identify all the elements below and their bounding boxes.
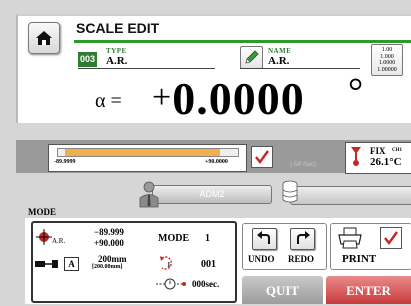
name-value[interactable]: A.R. bbox=[268, 55, 289, 67]
timer-icon bbox=[156, 278, 186, 290]
redo-label: REDO bbox=[288, 254, 315, 264]
length-badge[interactable]: A bbox=[64, 257, 79, 271]
value-sign: + bbox=[152, 79, 173, 116]
resolution-option: 1.00000 bbox=[377, 66, 397, 73]
length-sensor-icon bbox=[35, 260, 58, 268]
channel-label: CH1 bbox=[392, 148, 402, 153]
pencil-icon bbox=[245, 50, 259, 64]
home-icon bbox=[36, 31, 52, 45]
redo-icon bbox=[297, 231, 310, 244]
print-checkbox[interactable] bbox=[380, 227, 402, 249]
degree-unit: ° bbox=[348, 71, 364, 113]
axis-label: A.R. bbox=[52, 237, 66, 245]
count-value: 001 bbox=[201, 259, 216, 270]
printer-icon[interactable] bbox=[337, 226, 363, 250]
mode-section-label: MODE bbox=[28, 207, 56, 217]
undo-icon bbox=[257, 231, 270, 244]
quit-button[interactable]: QUIT bbox=[242, 276, 323, 304]
mode-field-value: 1 bbox=[205, 233, 210, 244]
thermometer-icon bbox=[351, 147, 361, 166]
redo-button[interactable] bbox=[290, 228, 315, 250]
name-label: NAME bbox=[268, 47, 292, 55]
enter-button[interactable]: ENTER bbox=[326, 276, 411, 304]
time-value: 000sec. bbox=[192, 279, 220, 289]
range-fill[interactable] bbox=[65, 149, 220, 156]
alpha-label: α = bbox=[95, 90, 122, 112]
home-button[interactable] bbox=[28, 22, 60, 54]
page-title: SCALE EDIT bbox=[76, 20, 160, 36]
checkmark-icon bbox=[255, 150, 270, 165]
operator-icon bbox=[139, 181, 159, 208]
range-checkbox[interactable] bbox=[251, 146, 273, 168]
type-label: TYPE bbox=[106, 47, 127, 55]
length-value: 200mm bbox=[98, 254, 127, 264]
checkmark-icon bbox=[384, 231, 399, 246]
speed-label: (-58°/sec) bbox=[290, 162, 317, 168]
print-label: PRINT bbox=[342, 253, 377, 265]
type-underline bbox=[78, 68, 215, 69]
angle-value-display: +0.0000 bbox=[152, 76, 305, 122]
name-underline bbox=[240, 68, 360, 69]
edit-name-button[interactable] bbox=[240, 46, 263, 69]
length-sub-value: [200.00mm] bbox=[92, 264, 123, 270]
operator-bar[interactable]: ADM2 bbox=[152, 185, 272, 204]
fix-label: FIX bbox=[370, 146, 386, 156]
type-badge[interactable]: 003 bbox=[78, 52, 97, 67]
title-underline bbox=[74, 40, 411, 43]
type-value[interactable]: A.R. bbox=[106, 55, 127, 67]
range-max-label: +90.0000 bbox=[205, 159, 228, 165]
undo-label: UNDO bbox=[248, 254, 275, 264]
resolution-selector[interactable]: 1.00 1.000 1.0000 1.00000 bbox=[371, 44, 403, 76]
mode-field-label: MODE bbox=[158, 233, 190, 244]
svg-text:1: 1 bbox=[167, 261, 171, 269]
value-number: 0.0000 bbox=[172, 73, 305, 124]
range-min-label: -89.9999 bbox=[54, 159, 76, 165]
range-pos-value: +90.000 bbox=[94, 238, 124, 248]
database-bar[interactable] bbox=[290, 186, 411, 205]
count-cycle-icon: 1 bbox=[160, 256, 172, 270]
temperature-value: 26.1°C bbox=[370, 156, 402, 168]
range-neg-value: −89.999 bbox=[94, 227, 124, 237]
angle-crosshair-icon bbox=[36, 229, 52, 245]
undo-button[interactable] bbox=[252, 228, 277, 250]
database-icon bbox=[282, 180, 298, 203]
